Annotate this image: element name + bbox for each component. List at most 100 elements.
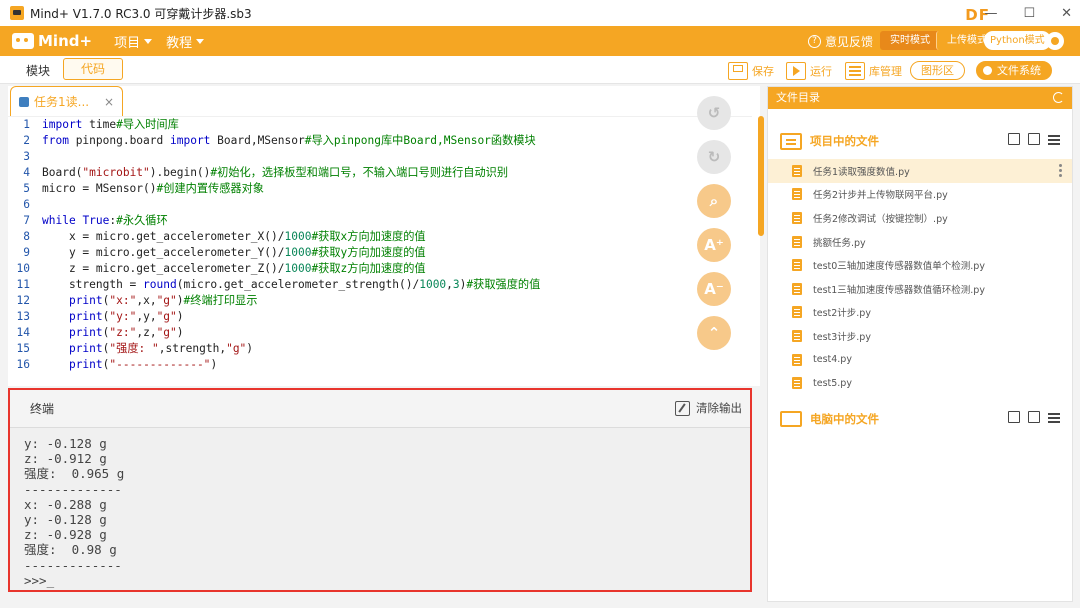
code-area[interactable]: 1 import time #导入时间库 2 from pinpong.board im… [8,116,752,386]
close-tab-icon[interactable]: × [104,95,114,109]
font-increase-button[interactable]: A⁺ [697,228,731,262]
line-number: 2 [23,134,30,147]
code-token: while [42,214,76,227]
pc-files-section[interactable]: 电脑中的文件 [768,401,1072,437]
file-icon [792,306,802,319]
mindplus-logo-icon [12,33,34,49]
editor-scrollbar[interactable] [758,116,764,236]
menu-project[interactable]: 项目 [114,32,153,51]
minimize-button[interactable]: — [984,6,997,21]
gear-icon[interactable] [1046,32,1064,50]
file-name: test1三轴加速度传感器数值循环检测.py [813,284,985,296]
collapse-button[interactable]: ⌃ [697,316,731,350]
file-directory-panel: 文件目录 项目中的文件 任务1读取强度数值.py 任务2计步并上传物联网平台.py… [767,86,1073,602]
code-line: 9 y = micro.get_accelerometer_Y()/1000 #获… [8,245,752,261]
code-token: "-------------" [109,358,211,371]
code-token: 1000 [284,246,312,259]
code-line: 14 print("z:" ,z, "g") [8,325,752,341]
monitor-icon [780,410,802,427]
line-number: 6 [23,198,30,211]
feedback-button[interactable]: ? 意见反馈 [808,33,873,50]
font-decrease-button[interactable]: A⁻ [697,272,731,306]
file-item[interactable]: test3计步.py [768,324,1072,348]
file-name: test3计步.py [813,331,871,343]
play-icon [786,62,806,80]
new-file-icon[interactable] [1008,410,1020,423]
search-button[interactable]: ⌕ [697,184,731,218]
graph-area-button[interactable]: 图形区 [910,61,965,80]
code-token: #导入pinpong库中Board,MSensor函数模块 [304,134,536,147]
file-name: 任务2修改调试（按键控制）.py [813,213,948,225]
library-icon [845,62,865,80]
menu-icon[interactable] [1048,133,1060,145]
project-file-list: 任务1读取强度数值.py 任务2计步并上传物联网平台.py 任务2修改调试（按键控制… [768,159,1072,395]
run-button[interactable]: 运行 [786,60,832,82]
project-files-label: 项目中的文件 [810,134,879,148]
live-mode-button[interactable]: 实时模式 [880,31,940,50]
code-token: ( [102,310,110,323]
code-token: ).begin() [149,166,211,179]
library-button[interactable]: 库管理 [845,60,902,82]
file-item[interactable]: test5.py [768,371,1072,395]
file-item[interactable]: test1三轴加速度传感器数值循环检测.py [768,277,1072,301]
terminal-line: ------------- [24,481,122,497]
new-folder-icon[interactable] [1028,133,1040,145]
file-system-button[interactable]: 文件系统 [976,61,1052,80]
save-button[interactable]: 保存 [728,60,774,82]
code-token: ) [176,310,184,323]
code-token: pinpong.board [68,134,170,147]
terminal-line: z: -0.912 g [24,451,107,467]
code-token: z = micro.get_accelerometer_Z()/ [42,262,285,275]
line-number: 9 [23,246,30,259]
clear-output-button[interactable]: 清除输出 [675,400,742,416]
code-token: #永久循环 [116,214,168,227]
tab-blocks[interactable]: 模块 [12,61,64,81]
python-mode-button[interactable]: Python模式 [984,31,1051,50]
file-tab[interactable]: 任务1读... × [10,86,123,116]
terminal-output[interactable]: y: -0.128 g z: -0.912 g 强度: 0.965 g -------… [10,428,750,588]
new-folder-icon[interactable] [1028,410,1040,423]
file-item[interactable]: test0三轴加速度传感器数值单个检测.py [768,253,1072,277]
file-item[interactable]: 挑额任务.py [768,230,1072,254]
line-number: 5 [23,182,30,195]
code-token: "x:" [109,294,137,307]
mind-plus-window: Mind+ V1.7.0 RC3.0 可穿戴计步器.sb3 DF — ☐ ✕ M… [0,0,1080,608]
window-title: Mind+ V1.7.0 RC3.0 可穿戴计步器.sb3 [30,6,252,21]
file-icon [792,259,802,272]
file-icon [792,282,802,295]
tab-code[interactable]: 代码 [63,58,123,80]
code-token: x = micro.get_accelerometer_X()/ [42,230,285,243]
code-token: "强度: " [109,342,159,355]
code-token: "y:" [109,310,137,323]
code-line: 15 print("强度: " ,strength, "g") [8,341,752,357]
run-label: 运行 [810,65,832,78]
undo-button[interactable]: ↺ [697,96,731,130]
line-number: 11 [16,278,30,291]
file-item[interactable]: 任务2修改调试（按键控制）.py [768,206,1072,230]
code-token: 3 [452,278,460,291]
menu-icon[interactable] [1048,411,1060,423]
file-item[interactable]: 任务2计步并上传物联网平台.py [768,183,1072,207]
more-options-icon[interactable] [1059,164,1062,167]
redo-button[interactable]: ↻ [697,140,731,174]
terminal-panel: 终端 清除输出 y: -0.128 g z: -0.912 g 强度: 0.965 … [8,388,752,592]
broom-icon [675,400,690,416]
file-tab-label: 任务1读... [34,95,90,109]
app-icon [10,6,24,20]
new-file-icon[interactable] [1008,133,1020,145]
file-item[interactable]: test4.py [768,348,1072,372]
file-item[interactable]: 任务1读取强度数值.py [768,159,1072,183]
project-files-section[interactable]: 项目中的文件 [768,123,1072,159]
code-token: "microbit" [82,166,150,179]
code-token: #获取y方向加速度的值 [311,246,426,259]
file-item[interactable]: test2计步.py [768,301,1072,325]
menu-tutorial[interactable]: 教程 [166,32,205,51]
code-token: ( [102,358,110,371]
refresh-icon[interactable] [1053,92,1064,103]
code-line: 4 Board("microbit").begin() #初始化，选择板型和端口号，… [8,165,752,181]
close-window-button[interactable]: ✕ [1061,6,1072,21]
code-token: ,z, [136,326,157,339]
maximize-button[interactable]: ☐ [1023,6,1035,21]
